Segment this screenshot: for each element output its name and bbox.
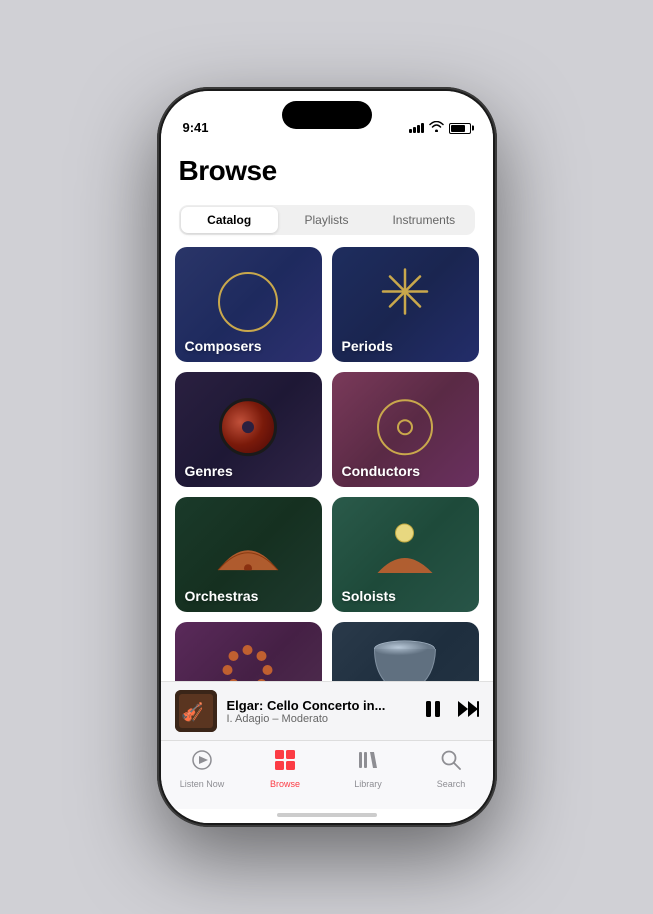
genres-art	[219, 398, 277, 456]
tab-bar-label-search: Search	[437, 779, 466, 789]
grid-item-label: Genres	[185, 463, 233, 479]
tab-playlists[interactable]: Playlists	[278, 207, 375, 233]
now-playing-subtitle: I. Adagio – Moderato	[227, 713, 413, 725]
tab-bar: Listen Now Browse	[161, 740, 493, 809]
browse-grid: Composers Peri	[161, 247, 493, 681]
grid-item-soloists[interactable]: Soloists	[332, 497, 479, 612]
skip-forward-button[interactable]	[457, 699, 479, 724]
tab-instruments[interactable]: Instruments	[375, 207, 472, 233]
search-icon	[440, 749, 462, 777]
grid-item-label: Composers	[185, 338, 262, 354]
now-playing-artwork: 🎻	[175, 690, 217, 732]
grid-item-label: Orchestras	[185, 588, 259, 604]
tab-bar-label-listen-now: Listen Now	[180, 779, 225, 789]
grid-item-composers[interactable]: Composers	[175, 247, 322, 362]
grid-item-choirs[interactable]: Choirs	[332, 622, 479, 681]
dynamic-island	[282, 101, 372, 129]
library-icon	[357, 749, 379, 777]
now-playing-bar[interactable]: 🎻 Elgar: Cello Concerto in... I. Adagio …	[161, 681, 493, 740]
grid-item-genres[interactable]: Genres	[175, 372, 322, 487]
grid-item-conductors[interactable]: Conductors	[332, 372, 479, 487]
pause-button[interactable]	[423, 699, 443, 724]
phone-frame: 9:41	[157, 87, 497, 827]
grid-item-label: Periods	[342, 338, 393, 354]
status-time: 9:41	[183, 120, 209, 135]
tab-bar-item-search[interactable]: Search	[410, 749, 493, 789]
grid-item-ensembles[interactable]: Ensembles	[175, 622, 322, 681]
listen-now-icon	[191, 749, 213, 777]
grid-item-orchestras[interactable]: Orchestras	[175, 497, 322, 612]
tab-bar-item-browse[interactable]: Browse	[244, 749, 327, 789]
now-playing-controls	[423, 699, 479, 724]
tab-bar-label-library: Library	[354, 779, 382, 789]
signal-icon	[409, 123, 424, 133]
svg-text:🎻: 🎻	[181, 701, 203, 722]
tabs-container: Catalog Playlists Instruments	[179, 205, 475, 235]
browse-header: Browse	[161, 141, 493, 197]
phone-screen: 9:41	[161, 91, 493, 823]
tab-bar-item-listen-now[interactable]: Listen Now	[161, 749, 244, 789]
home-indicator	[161, 809, 493, 823]
status-icons	[409, 121, 471, 135]
grid-item-periods[interactable]: Periods	[332, 247, 479, 362]
status-bar: 9:41	[161, 91, 493, 141]
now-playing-title: Elgar: Cello Concerto in...	[227, 698, 413, 713]
tab-bar-item-library[interactable]: Library	[327, 749, 410, 789]
main-content: Browse Catalog Playlists Instruments Com…	[161, 141, 493, 681]
browse-icon	[274, 749, 296, 777]
grid-item-label: Soloists	[342, 588, 396, 604]
tab-catalog[interactable]: Catalog	[181, 207, 278, 233]
grid-item-label: Conductors	[342, 463, 421, 479]
battery-fill	[451, 125, 465, 132]
periods-art	[379, 265, 431, 326]
composers-art	[218, 272, 278, 332]
wifi-icon	[429, 121, 444, 135]
battery-icon	[449, 123, 471, 134]
now-playing-info: Elgar: Cello Concerto in... I. Adagio – …	[227, 698, 413, 725]
tab-bar-label-browse: Browse	[270, 779, 300, 789]
conductors-art	[377, 399, 433, 455]
page-title: Browse	[179, 155, 475, 187]
